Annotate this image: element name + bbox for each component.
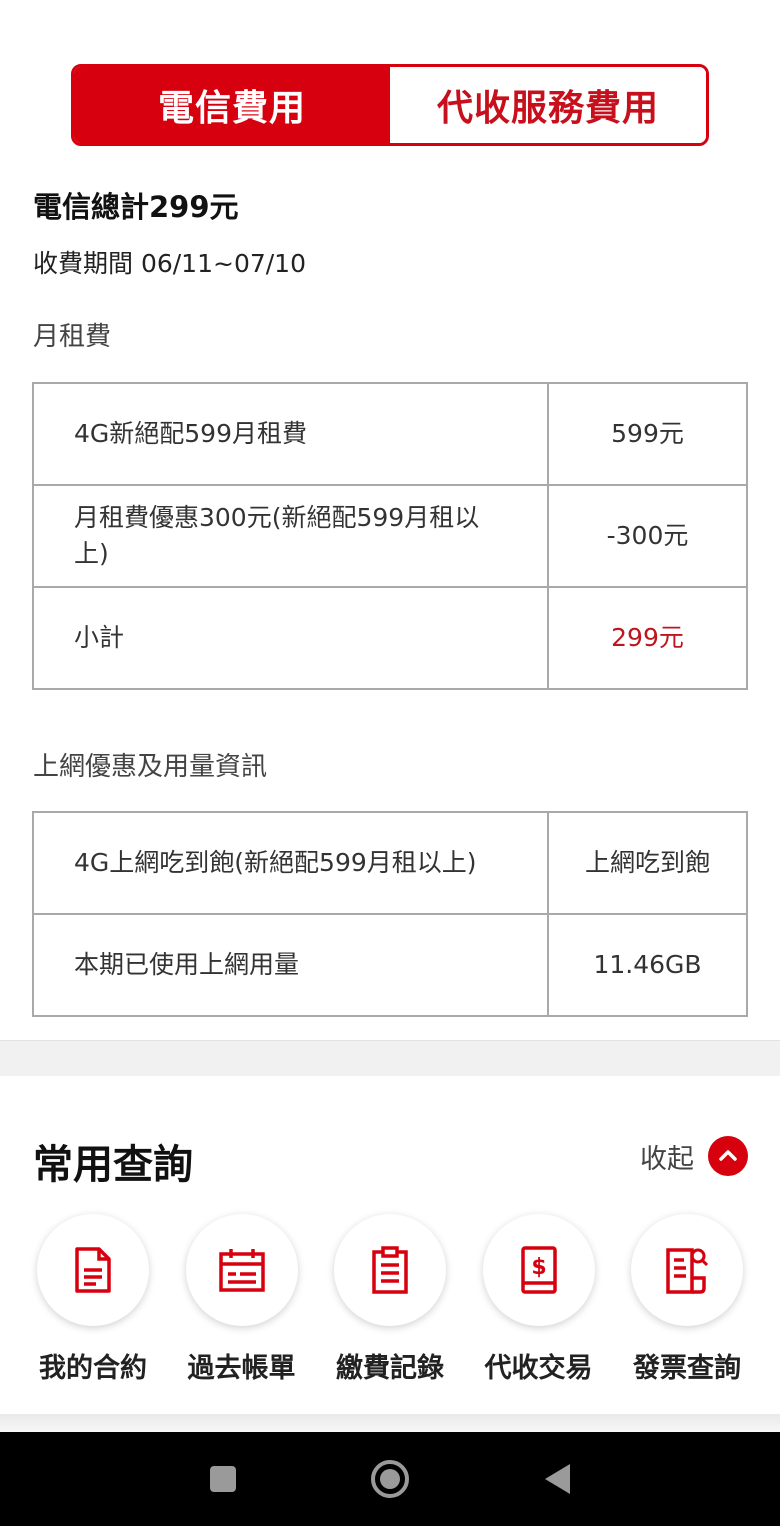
fee-tabs: 電信費用 代收服務費用: [71, 64, 709, 146]
quick-item-label: 代收交易: [484, 1353, 593, 1384]
document-icon: [37, 1214, 149, 1326]
quick-item-past-bills[interactable]: 過去帳單: [168, 1214, 316, 1385]
subtotal-value: 299元: [547, 586, 748, 690]
invoice-search-icon: [631, 1214, 743, 1326]
bottom-shadow: [0, 1414, 780, 1432]
collapse-button[interactable]: 收起: [640, 1136, 748, 1176]
section-divider: [0, 1040, 780, 1076]
monthly-fee-table: 4G新絕配599月租費 599元 月租費優惠300元(新絕配599月租以上) -…: [32, 382, 748, 690]
table-row: 月租費優惠300元(新絕配599月租以上) -300元: [32, 484, 748, 588]
tab-collection-fee[interactable]: 代收服務費用: [390, 67, 706, 143]
table-row: 本期已使用上網用量 11.46GB: [32, 913, 748, 1017]
recent-apps-button[interactable]: [193, 1449, 253, 1509]
quick-query-title: 常用查詢: [33, 1142, 193, 1188]
tab-telecom-fee[interactable]: 電信費用: [74, 67, 390, 143]
row-value: 599元: [547, 382, 748, 486]
quick-item-invoice-query[interactable]: 發票查詢: [613, 1214, 761, 1385]
quick-item-contract[interactable]: 我的合約: [19, 1214, 167, 1385]
quick-query-list: 我的合約 過去帳單 繳費記錄 $ 代收交易 發票查詢: [19, 1214, 761, 1385]
svg-text:$: $: [531, 1255, 546, 1280]
row-label: 月租費優惠300元(新絕配599月租以上): [32, 484, 549, 588]
subtotal-label: 小計: [32, 586, 549, 690]
monthly-fee-title: 月租費: [33, 322, 112, 352]
row-value: 11.46GB: [547, 913, 748, 1017]
row-value: 上網吃到飽: [547, 811, 748, 915]
data-usage-title: 上網優惠及用量資訊: [33, 752, 268, 782]
calendar-icon: [185, 1214, 298, 1326]
quick-item-label: 我的合約: [39, 1353, 147, 1384]
collapse-label: 收起: [640, 1143, 694, 1175]
row-value: -300元: [547, 484, 748, 588]
quick-item-label: 發票查詢: [633, 1353, 741, 1384]
row-label: 4G上網吃到飽(新絕配599月租以上): [32, 811, 549, 915]
home-button[interactable]: [360, 1449, 420, 1509]
table-row: 4G上網吃到飽(新絕配599月租以上) 上網吃到飽: [32, 811, 748, 915]
row-label: 本期已使用上網用量: [32, 913, 549, 1017]
system-navbar: [0, 1432, 780, 1526]
quick-item-label: 過去帳單: [187, 1353, 296, 1384]
data-usage-table: 4G上網吃到飽(新絕配599月租以上) 上網吃到飽 本期已使用上網用量 11.4…: [32, 811, 748, 1017]
table-row: 小計 299元: [32, 586, 748, 690]
dollar-phone-icon: $: [482, 1214, 595, 1326]
quick-item-collection-transactions[interactable]: $ 代收交易: [465, 1214, 613, 1385]
chevron-up-icon: [708, 1136, 748, 1176]
bill-page: 電信費用 代收服務費用 電信總計299元 收費期間 06/11~07/10 月租…: [0, 0, 780, 1526]
table-row: 4G新絕配599月租費 599元: [32, 382, 748, 486]
back-button[interactable]: [527, 1449, 587, 1509]
quick-item-label: 繳費記錄: [336, 1353, 444, 1384]
billing-period: 收費期間 06/11~07/10: [33, 249, 306, 278]
clipboard-icon: [334, 1214, 446, 1326]
telecom-total: 電信總計299元: [33, 190, 239, 224]
row-label: 4G新絕配599月租費: [32, 382, 549, 486]
quick-item-payment-records[interactable]: 繳費記錄: [316, 1214, 464, 1385]
